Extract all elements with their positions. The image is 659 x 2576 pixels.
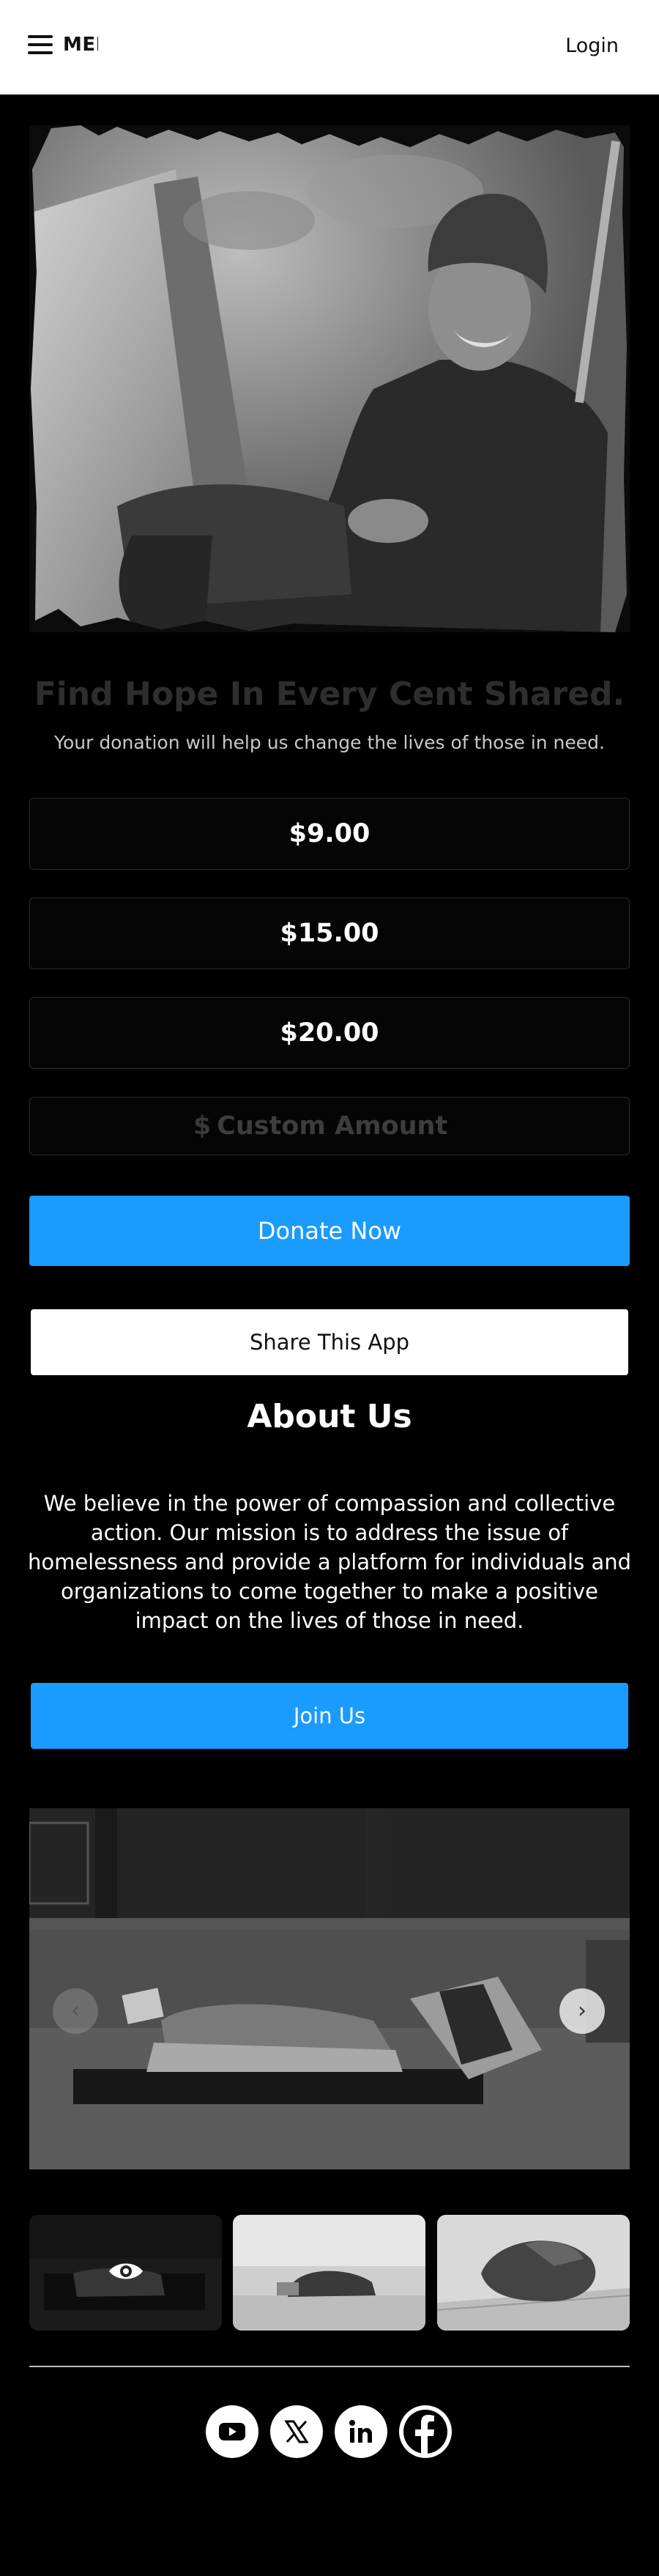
footer-divider (29, 2366, 630, 2367)
headline: Find Hope In Every Cent Shared. (34, 676, 625, 713)
donate-now-button[interactable]: Donate Now (29, 1196, 630, 1266)
chevron-right-icon: › (578, 1998, 587, 2024)
thumbnail-1[interactable] (29, 2215, 222, 2331)
custom-amount-field: $ (29, 1097, 630, 1155)
top-header: MENU Login (0, 0, 659, 95)
eye-icon (109, 2263, 143, 2279)
about-text: We believe in the power of compassion an… (27, 1491, 632, 1633)
join-us-button[interactable]: Join Us (31, 1683, 628, 1749)
x-link[interactable] (270, 2405, 323, 2458)
about-title: About Us (247, 1398, 412, 1435)
subline: Your donation will help us change the li… (54, 732, 605, 753)
youtube-link[interactable] (206, 2405, 258, 2458)
chevron-left-icon: ‹ (71, 1998, 80, 2024)
custom-amount-input[interactable] (217, 1111, 466, 1141)
carousel-image (29, 1808, 630, 2169)
youtube-icon (219, 2423, 245, 2440)
linkedin-link[interactable] (335, 2405, 387, 2458)
thumbnail-2[interactable] (233, 2215, 425, 2331)
amount-option-9[interactable]: $9.00 (29, 798, 630, 870)
carousel-prev-button[interactable]: ‹ (53, 1988, 98, 2034)
carousel-next-button[interactable]: › (559, 1988, 605, 2034)
menu-button[interactable]: MENU (28, 34, 98, 56)
hamburger-icon (28, 35, 53, 54)
x-icon (284, 2420, 309, 2443)
share-app-button[interactable]: Share This App (31, 1309, 628, 1375)
thumbnail-3[interactable] (437, 2215, 630, 2331)
facebook-icon (403, 2410, 447, 2455)
linkedin-icon (349, 2420, 372, 2443)
menu-label: MENU (63, 34, 98, 56)
facebook-link[interactable] (399, 2405, 452, 2458)
amount-option-20[interactable]: $20.00 (29, 997, 630, 1069)
hero-image (29, 125, 630, 632)
login-link[interactable]: Login (565, 34, 619, 57)
amount-option-15[interactable]: $15.00 (29, 897, 630, 969)
currency-symbol: $ (193, 1111, 212, 1141)
